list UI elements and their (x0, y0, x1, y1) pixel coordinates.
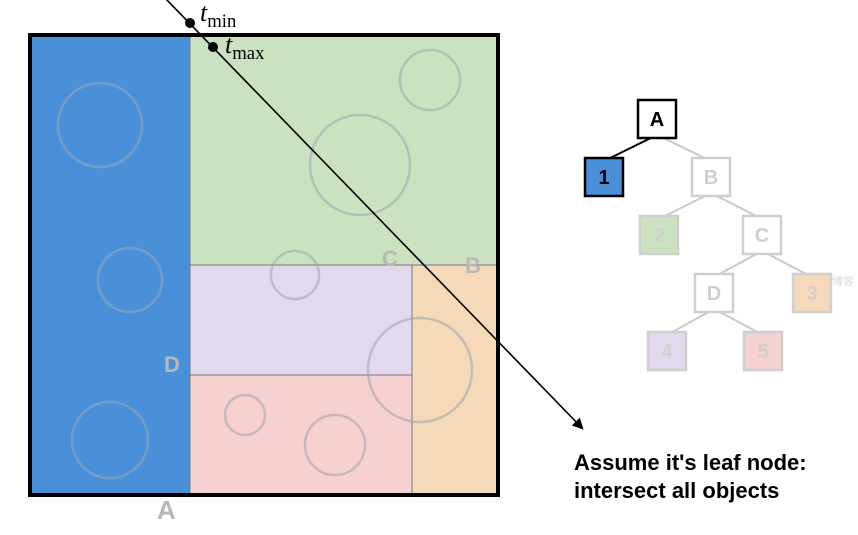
label-tmin: tmin (200, 0, 236, 33)
tree-node-label: A (650, 109, 664, 131)
tree-node-label: C (755, 225, 769, 247)
spatial-label-B: B (465, 253, 481, 279)
caption-line1: Assume it's leaf node: (574, 450, 807, 476)
tree-node-label: 4 (661, 341, 673, 363)
region-1 (30, 35, 190, 495)
tree-node-label: 1 (598, 167, 609, 189)
label-tmax: tmax (225, 30, 264, 65)
tree-node-label: B (704, 167, 718, 189)
region-4 (190, 265, 412, 375)
region-2 (190, 35, 498, 265)
tmin-point (185, 18, 195, 28)
spatial-label-D: D (164, 352, 180, 378)
tmax-point (208, 42, 218, 52)
spatial-label-A: A (157, 495, 176, 526)
region-3 (412, 265, 498, 495)
tree-node-label: 2 (653, 225, 664, 247)
caption-line2: intersect all objects (574, 478, 779, 504)
watermark: 博客 (832, 273, 854, 289)
tree-node-label: 5 (757, 341, 768, 363)
tree-node-label: D (707, 283, 721, 305)
spatial-label-C: C (382, 246, 398, 272)
tree-node-label: 3 (806, 283, 817, 305)
region-5 (190, 375, 412, 495)
